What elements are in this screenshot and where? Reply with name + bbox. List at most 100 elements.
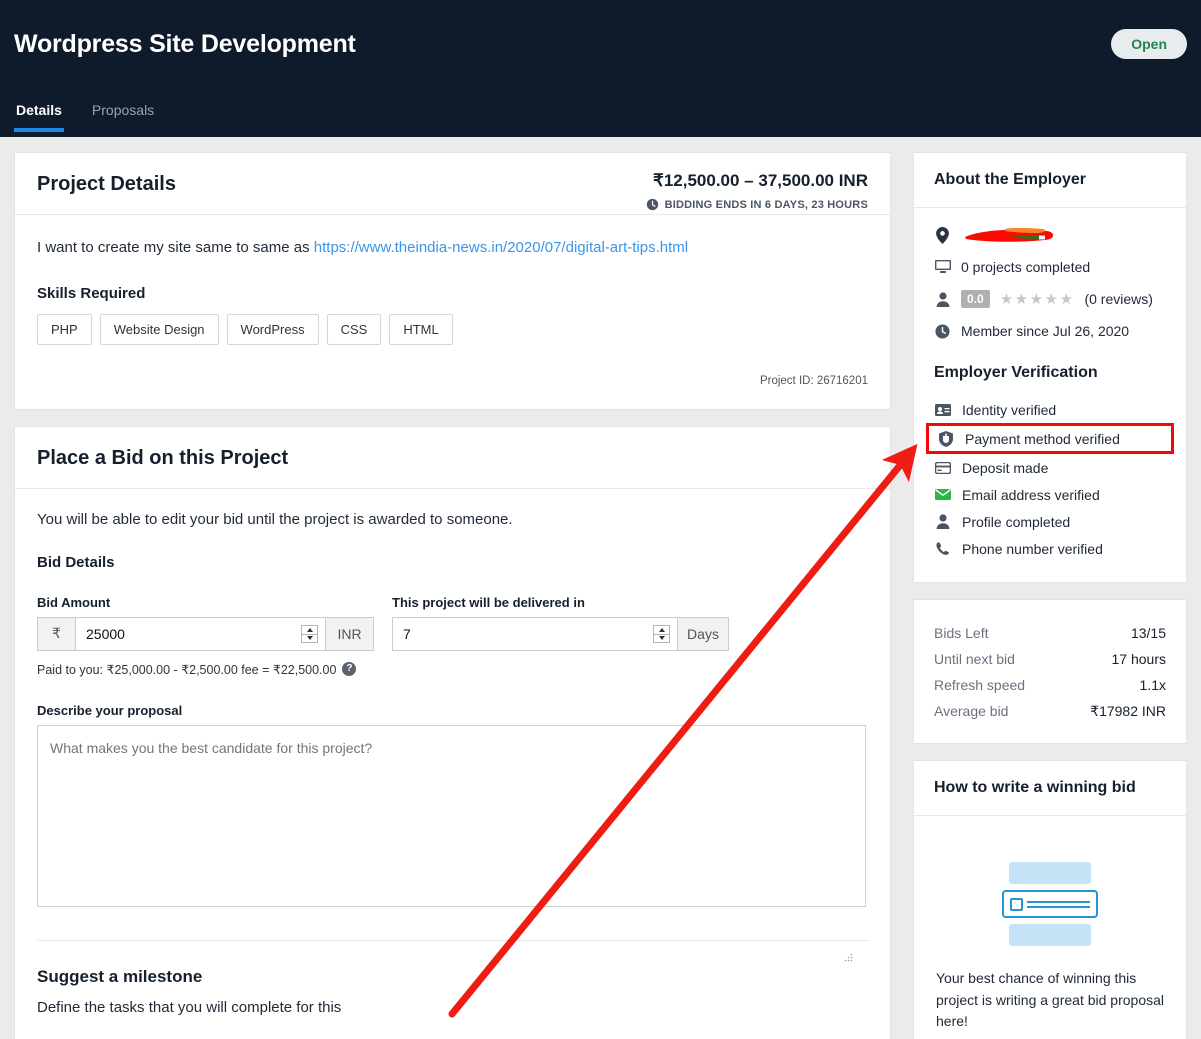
illustration-bar-top [1009, 862, 1091, 884]
verification-label: Deposit made [962, 459, 1049, 476]
delivery-unit-addon: Days [677, 617, 728, 650]
illustration-proposal-box [1002, 890, 1098, 918]
bid-stats-body: Bids Left 13/15 Until next bid 17 hours … [914, 600, 1186, 743]
stat-row-average-bid: Average bid ₹17982 INR [934, 698, 1166, 725]
location-pin-icon [934, 226, 951, 244]
paid-to-you-text: Paid to you: ₹25,000.00 - ₹2,500.00 fee … [37, 662, 337, 677]
project-page: Wordpress Site Development Open Details … [0, 0, 1201, 1039]
place-bid-body: You will be able to edit your bid until … [15, 489, 890, 1039]
delivery-stepper[interactable] [653, 624, 670, 643]
project-details-card: Project Details ₹12,500.00 – 37,500.00 I… [14, 152, 891, 410]
delivery-group: This project will be delivered in Days [392, 595, 729, 677]
project-details-header: Project Details ₹12,500.00 – 37,500.00 I… [15, 153, 890, 215]
place-bid-title: Place a Bid on this Project [37, 446, 289, 469]
verification-item-identity: Identity verified [934, 396, 1166, 423]
page-title: Wordpress Site Development [14, 30, 356, 58]
verification-label: Payment method verified [965, 430, 1120, 447]
id-card-icon [934, 401, 951, 418]
illustration-line [1027, 900, 1090, 903]
milestone-subtitle: Define the tasks that you will complete … [37, 998, 342, 1016]
bid-details-heading: Bid Details [37, 553, 115, 571]
caret-up-icon [658, 627, 665, 632]
rating-stars: ★★★★★ [999, 291, 1075, 308]
stat-row-refresh-speed: Refresh speed 1.1x [934, 672, 1166, 698]
currency-symbol-addon: ₹ [38, 617, 76, 650]
winning-bid-title: How to write a winning bid [934, 779, 1136, 796]
bid-amount-group: Bid Amount ₹ INR Paid to you: ₹25,000.00 [37, 595, 374, 677]
bid-fields-row: Bid Amount ₹ INR Paid to you: ₹25,000.00 [37, 595, 868, 677]
employer-location-row [934, 226, 1166, 244]
verification-label: Phone number verified [962, 540, 1103, 557]
verification-item-phone: Phone number verified [934, 535, 1166, 562]
delivery-days-input[interactable] [393, 617, 653, 650]
milestone-title: Suggest a milestone [37, 966, 203, 986]
winning-bid-card: How to write a winning bid Your best cha… [913, 760, 1187, 1039]
bid-amount-stepper[interactable] [301, 624, 318, 643]
verification-label: Identity verified [962, 401, 1057, 418]
skill-tag[interactable]: PHP [37, 313, 92, 345]
stat-value: ₹17982 INR [1090, 703, 1166, 719]
project-id: Project ID: 26716201 [759, 374, 868, 387]
verification-item-profile: Profile completed [934, 508, 1166, 535]
help-icon[interactable]: ? [342, 662, 357, 677]
bid-amount-input[interactable] [76, 617, 301, 650]
page-header: Wordpress Site Development Open Details … [0, 0, 1201, 137]
member-since-row: Member since Jul 26, 2020 [934, 322, 1166, 340]
place-bid-header: Place a Bid on this Project [15, 427, 890, 489]
clock-icon [646, 198, 659, 211]
skill-tag[interactable]: HTML [389, 313, 453, 345]
bid-amount-input-shell: ₹ INR [37, 616, 374, 651]
budget-block: ₹12,500.00 – 37,500.00 INR BIDDING ENDS … [646, 171, 868, 211]
credit-card-icon [934, 459, 951, 476]
about-employer-card: About the Employer 0 projects completed … [913, 152, 1187, 583]
proposal-textarea[interactable] [37, 724, 866, 907]
verification-item-payment-method: Payment method verified [926, 423, 1174, 454]
skills-heading: Skills Required [37, 284, 146, 302]
stepper-down-button[interactable] [653, 633, 670, 643]
stat-row-until-next-bid: Until next bid 17 hours [934, 646, 1166, 672]
verification-item-deposit: Deposit made [934, 454, 1166, 481]
stepper-up-button[interactable] [301, 624, 318, 634]
about-employer-body: 0 projects completed 0.0 ★★★★★ (0 review… [914, 208, 1186, 582]
stat-key: Refresh speed [934, 677, 1026, 693]
section-divider [37, 939, 868, 941]
bid-stats-card: Bids Left 13/15 Until next bid 17 hours … [913, 599, 1187, 744]
bidding-deadline: BIDDING ENDS IN 6 DAYS, 23 HOURS [646, 198, 868, 211]
illustration-line [1027, 905, 1090, 908]
project-description: I want to create my site same to same as… [37, 237, 868, 259]
sidebar: About the Employer 0 projects completed … [913, 152, 1187, 1039]
tab-proposals[interactable]: Proposals [90, 98, 156, 132]
description-link[interactable]: https://www.theindia-news.in/2020/07/dig… [314, 239, 688, 256]
stat-value: 17 hours [1111, 651, 1166, 667]
skill-tag[interactable]: CSS [326, 313, 382, 345]
person-icon [934, 291, 951, 308]
paid-to-you-line: Paid to you: ₹25,000.00 - ₹2,500.00 fee … [37, 662, 374, 677]
skills-list: PHP Website Design WordPress CSS HTML [37, 313, 868, 345]
clock-icon [934, 323, 951, 340]
skill-tag[interactable]: WordPress [226, 313, 319, 345]
employer-rating-row: 0.0 ★★★★★ (0 reviews) [934, 290, 1166, 308]
currency-code-addon: INR [325, 617, 373, 650]
illustration-bar-bottom [1009, 924, 1091, 946]
stepper-up-button[interactable] [653, 624, 670, 634]
caret-up-icon [306, 627, 313, 632]
stepper-down-button[interactable] [301, 633, 318, 643]
shield-icon [937, 430, 954, 447]
stat-row-bids-left: Bids Left 13/15 [934, 620, 1166, 646]
skill-tag[interactable]: Website Design [99, 313, 219, 345]
tab-details[interactable]: Details [14, 98, 64, 132]
stat-key: Until next bid [934, 651, 1015, 667]
winning-bid-header: How to write a winning bid [914, 761, 1186, 816]
proposal-label: Describe your proposal [37, 702, 183, 718]
member-since-text: Member since Jul 26, 2020 [961, 323, 1130, 339]
about-employer-header: About the Employer [914, 153, 1186, 208]
status-badge: Open [1111, 29, 1187, 59]
verification-item-email: Email address verified [934, 481, 1166, 508]
phone-icon [934, 540, 951, 557]
resize-grip-icon[interactable] [844, 953, 853, 962]
main-column: Project Details ₹12,500.00 – 37,500.00 I… [14, 152, 891, 1039]
redacted-location [961, 226, 1071, 244]
monitor-icon [934, 259, 951, 276]
projects-completed-row: 0 projects completed [934, 258, 1166, 276]
place-bid-card: Place a Bid on this Project You will be … [14, 425, 891, 1039]
